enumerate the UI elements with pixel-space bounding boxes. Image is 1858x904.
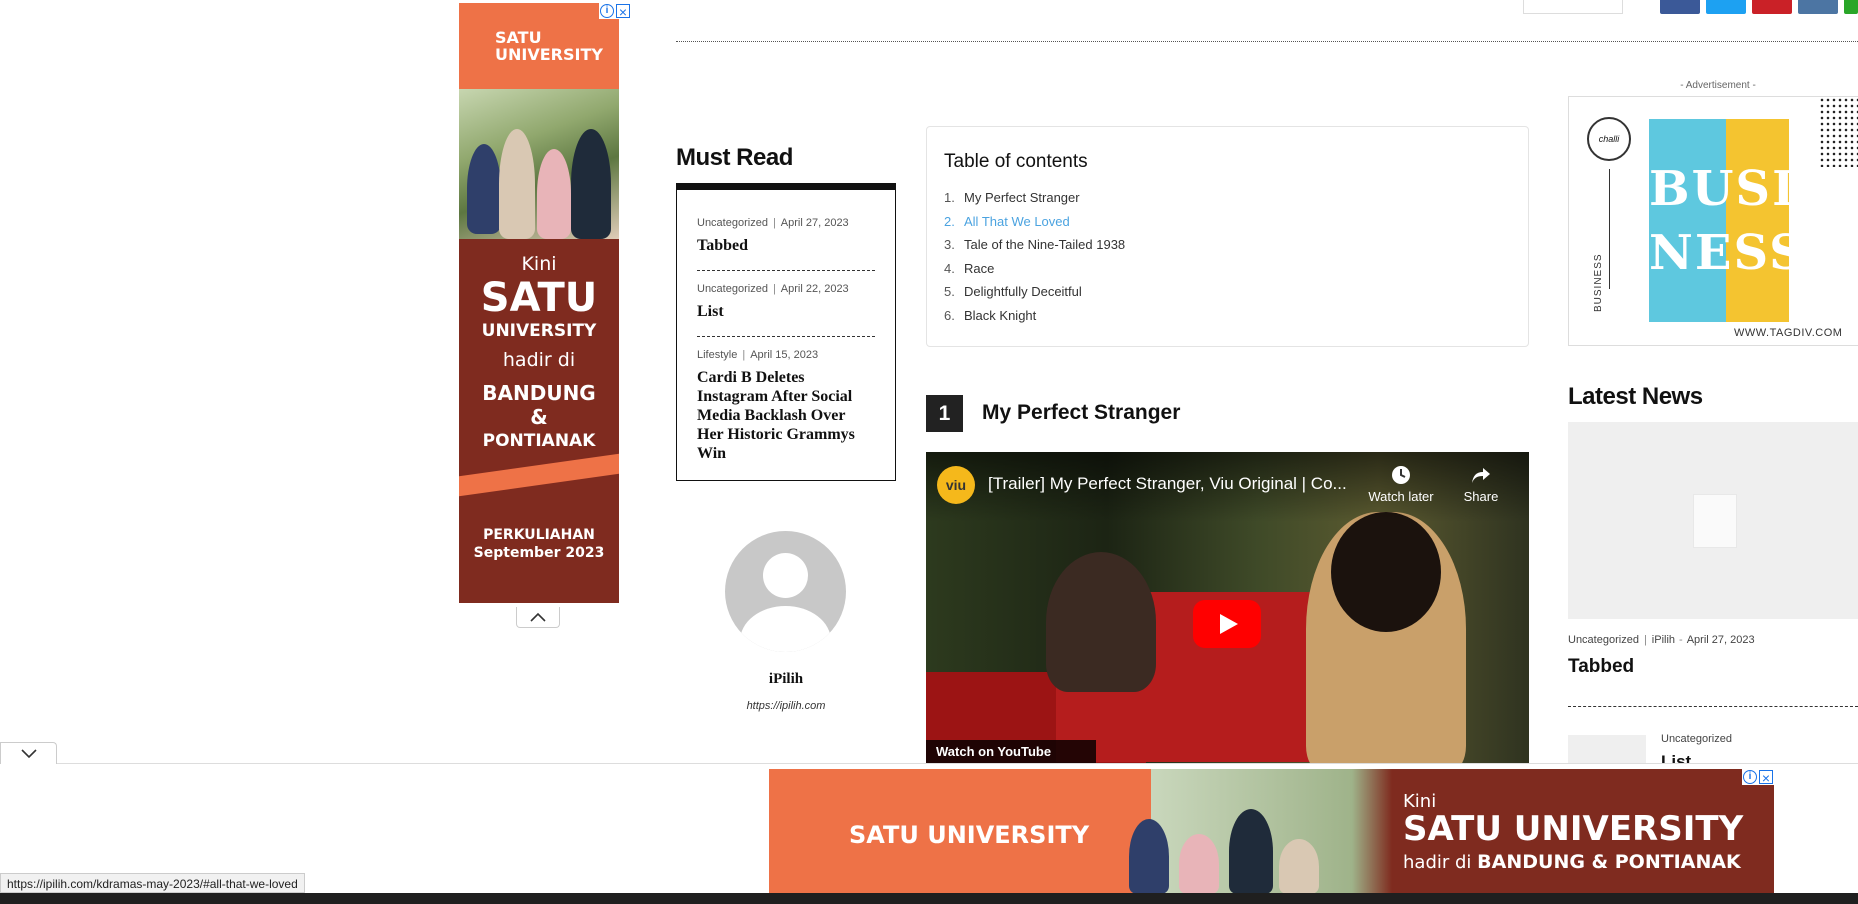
item-date: April 22, 2023 <box>780 283 849 295</box>
item-title[interactable]: List <box>697 302 875 321</box>
ad-vertical-label: BUSINESS <box>1593 253 1604 312</box>
ad-stripe <box>459 453 619 497</box>
toc-item[interactable]: 5. Delightfully Deceitful <box>944 284 1082 299</box>
ad-url: WWW.TAGDIV.COM <box>1734 327 1843 339</box>
section-title: My Perfect Stranger <box>982 401 1181 424</box>
news-thumbnail[interactable] <box>1568 735 1646 765</box>
toc-title: Table of contents <box>944 151 1088 172</box>
close-icon[interactable]: × <box>616 4 630 19</box>
left-skyscraper-ad[interactable]: SATU UNIVERSITY Kini SATU UNIVERSITY had… <box>459 3 619 603</box>
twitter-share-button[interactable] <box>1706 0 1746 14</box>
top-divider <box>676 41 1858 42</box>
divider <box>697 336 875 337</box>
youtube-video-embed[interactable]: viu [Trailer] My Perfect Stranger, Viu O… <box>926 452 1529 764</box>
item-title[interactable]: Tabbed <box>697 236 875 255</box>
ad-controls: i × <box>599 3 630 19</box>
item-date: April 15, 2023 <box>750 349 819 361</box>
ad-bandung: BANDUNG <box>482 381 596 405</box>
taskbar <box>0 893 1858 904</box>
ad-header: SATU UNIVERSITY <box>459 3 619 89</box>
ad-perkuliahan: PERKULIAHAN <box>483 527 595 543</box>
item-category[interactable]: Uncategorized <box>697 217 768 229</box>
table-of-contents: Table of contents 1. My Perfect Stranger … <box>926 126 1529 347</box>
author-name[interactable]: iPilih <box>676 671 896 688</box>
status-bar-url: https://ipilih.com/kdramas-may-2023/#all… <box>0 873 305 893</box>
toc-item[interactable]: 6. Black Knight <box>944 308 1036 323</box>
bottom-banner-ad[interactable]: SATU UNIVERSITY Kini SATU UNIVERSITY had… <box>769 769 1774 894</box>
video-title[interactable]: [Trailer] My Perfect Stranger, Viu Origi… <box>988 474 1347 494</box>
top-toolbar-box <box>1523 0 1623 14</box>
dots-pattern <box>1819 97 1858 167</box>
facebook-share-button[interactable] <box>1660 0 1700 14</box>
news-thumbnail[interactable] <box>1568 422 1858 619</box>
close-icon[interactable]: × <box>1759 770 1773 785</box>
ad-brand: SATU UNIVERSITY <box>495 28 603 64</box>
toc-item[interactable]: 1. My Perfect Stranger <box>944 190 1080 205</box>
item-author[interactable]: iPilih <box>1652 634 1675 646</box>
chevron-up-icon <box>530 612 546 622</box>
divider <box>697 270 875 271</box>
watch-later-button[interactable]: Watch later <box>1364 464 1438 504</box>
pinterest-share-button[interactable] <box>1752 0 1792 14</box>
author-url[interactable]: https://ipilih.com <box>676 700 896 712</box>
toc-item-active[interactable]: 2. All That We Loved <box>944 214 1070 229</box>
divider <box>1568 706 1858 707</box>
news-meta: Uncategorized | iPilih - April 27, 2023 <box>1568 634 1755 646</box>
collapse-bottom-ad-button[interactable] <box>0 742 57 764</box>
chevron-down-icon <box>20 749 37 759</box>
must-read-heading: Must Read <box>676 144 793 171</box>
ad-satu: SATU <box>480 275 598 321</box>
clock-icon <box>1392 466 1410 484</box>
item-category[interactable]: Uncategorized <box>1661 733 1732 745</box>
document-icon <box>1693 494 1737 548</box>
item-date: April 27, 2023 <box>1686 634 1755 646</box>
section-number: 1 <box>926 395 963 432</box>
list-item[interactable]: Lifestyle | April 15, 2023 Cardi B Deletes… <box>697 349 875 463</box>
adchoices-icon[interactable]: i <box>600 4 614 18</box>
channel-logo[interactable]: viu <box>937 466 975 504</box>
ad-brand: SATU UNIVERSITY <box>849 821 1090 849</box>
ad-amp: & <box>530 405 548 429</box>
advertisement-label: - Advertisement - <box>1680 80 1756 91</box>
item-title[interactable]: Cardi B Deletes Instagram After Social M… <box>697 368 875 463</box>
whatsapp-share-button[interactable] <box>1844 0 1858 14</box>
vk-share-button[interactable] <box>1798 0 1838 14</box>
item-category[interactable]: Lifestyle <box>697 349 737 361</box>
latest-news-heading: Latest News <box>1568 383 1703 410</box>
ad-photo <box>1109 789 1369 894</box>
ad-headline: SATU UNIVERSITY <box>1403 809 1744 849</box>
adchoices-icon[interactable]: i <box>1743 770 1757 784</box>
item-date: April 27, 2023 <box>780 217 849 229</box>
ad-big-text: BUSI NESS <box>1649 161 1806 281</box>
ad-hadir: hadir di <box>502 349 576 371</box>
collapse-ad-button[interactable] <box>516 607 560 628</box>
list-item[interactable]: Uncategorized | April 22, 2023 List <box>697 283 875 321</box>
must-read-list: Uncategorized | April 27, 2023 Tabbed Unca… <box>676 183 896 481</box>
share-icon <box>1472 468 1490 483</box>
toc-item[interactable]: 4. Race <box>944 261 994 276</box>
toc-item[interactable]: 3. Tale of the Nine-Tailed 1938 <box>944 237 1125 252</box>
item-category[interactable]: Uncategorized <box>1568 634 1639 646</box>
ad-badge: challi <box>1587 117 1631 161</box>
ad-kini: Kini <box>521 253 557 275</box>
sidebar-ad[interactable]: challi BUSINESS BUSI NESS WWW.TAGDIV.COM <box>1568 96 1858 346</box>
ad-university: UNIVERSITY <box>481 321 597 341</box>
ad-september: September 2023 <box>473 545 605 561</box>
watch-on-youtube[interactable]: Watch on YouTube <box>926 740 1096 764</box>
list-item[interactable]: Uncategorized | April 27, 2023 Tabbed <box>697 217 875 255</box>
ad-pontianak: PONTIANAK <box>482 431 596 451</box>
share-button[interactable]: Share <box>1456 464 1506 504</box>
ad-controls: i × <box>1742 769 1774 785</box>
play-button[interactable] <box>1193 600 1261 648</box>
avatar[interactable] <box>725 531 846 652</box>
news-title[interactable]: Tabbed <box>1568 656 1634 678</box>
ad-photo <box>459 89 619 239</box>
ad-subline: hadir di BANDUNG & PONTIANAK <box>1403 851 1741 873</box>
item-category[interactable]: Uncategorized <box>697 283 768 295</box>
